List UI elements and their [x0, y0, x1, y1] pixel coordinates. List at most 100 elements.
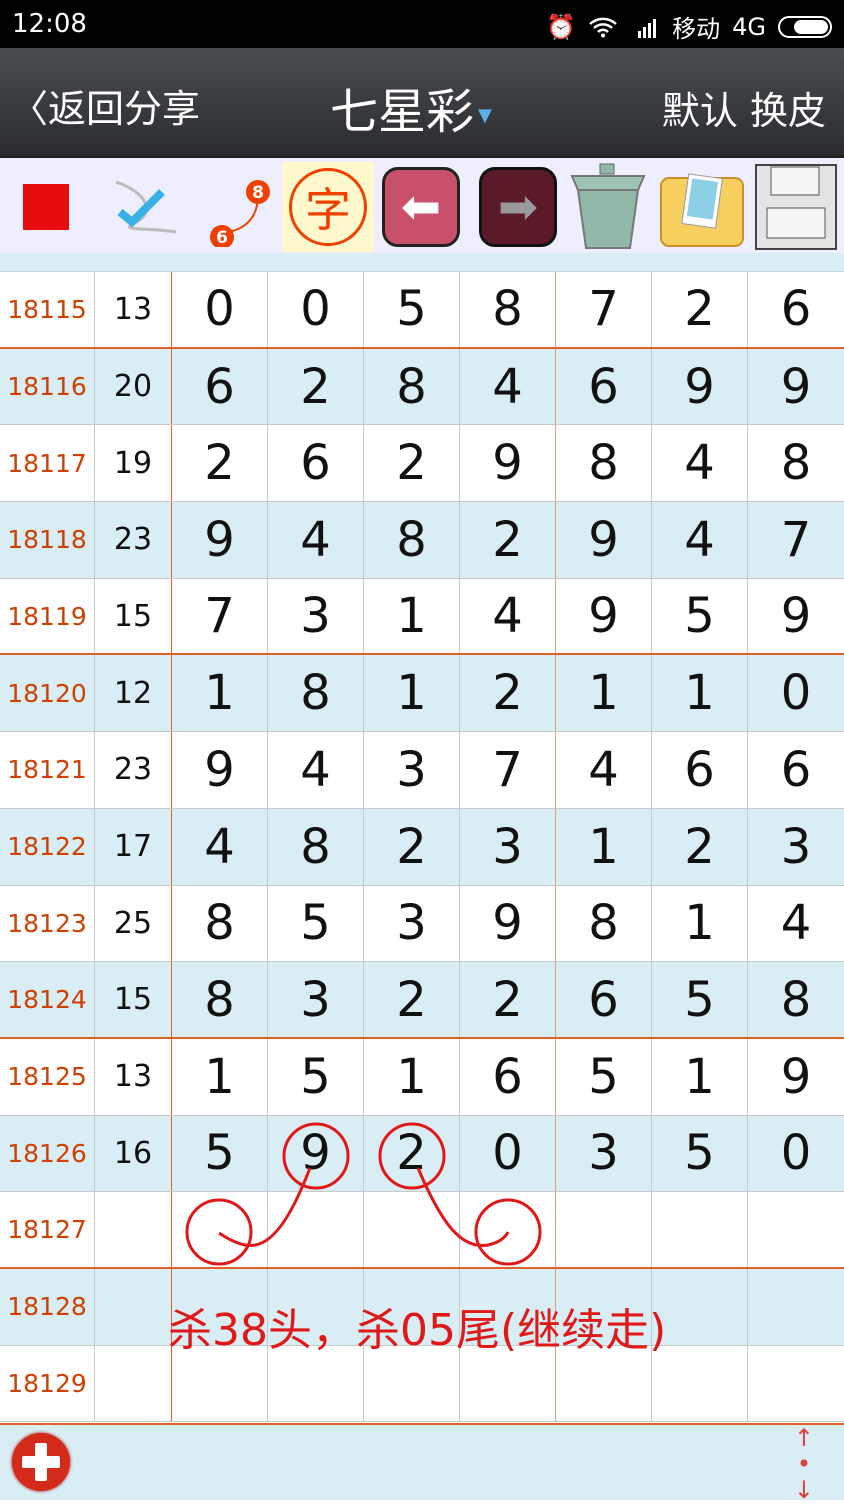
- issue-cell[interactable]: 18123: [0, 885, 95, 962]
- digit-cell[interactable]: 6: [652, 732, 748, 808]
- issue-cell[interactable]: 18119: [0, 578, 95, 654]
- digit-cell[interactable]: 4: [460, 348, 556, 425]
- digit-cell[interactable]: 8: [268, 655, 364, 732]
- digit-cell[interactable]: 9: [172, 732, 268, 808]
- digit-cell[interactable]: 9: [460, 885, 556, 962]
- digit-cell[interactable]: 0: [748, 655, 844, 731]
- digit-cell[interactable]: 6: [172, 348, 268, 425]
- digit-cell[interactable]: [652, 1268, 748, 1345]
- digit-cell[interactable]: 8: [748, 962, 844, 1037]
- issue-cell[interactable]: 18121: [0, 732, 95, 808]
- digit-cell[interactable]: [748, 1346, 844, 1422]
- issue-cell[interactable]: 18125: [0, 1038, 95, 1115]
- digit-cell[interactable]: 2: [268, 348, 364, 425]
- digit-cell[interactable]: 1: [652, 655, 748, 732]
- digit-cell[interactable]: 5: [652, 1115, 748, 1192]
- digit-cell[interactable]: [364, 1192, 460, 1267]
- digit-cell[interactable]: 5: [556, 1038, 652, 1115]
- digit-cell[interactable]: 5: [364, 272, 460, 347]
- skin-button[interactable]: 默认 换皮: [662, 80, 826, 135]
- digit-cell[interactable]: [652, 1345, 748, 1422]
- digit-cell[interactable]: 2: [364, 962, 460, 1037]
- digit-cell[interactable]: 4: [172, 808, 268, 885]
- issue-cell[interactable]: 18117: [0, 425, 95, 502]
- digit-cell[interactable]: [460, 1192, 556, 1267]
- digit-cell[interactable]: 3: [556, 1115, 652, 1192]
- digit-cell[interactable]: 5: [268, 885, 364, 962]
- digit-cell[interactable]: 4: [460, 578, 556, 654]
- digit-cell[interactable]: 6: [748, 272, 844, 347]
- digit-cell[interactable]: 9: [652, 348, 748, 425]
- digit-cell[interactable]: 1: [364, 1038, 460, 1115]
- issue-cell[interactable]: 18116: [0, 348, 95, 425]
- digit-cell[interactable]: [748, 1269, 844, 1345]
- digit-cell[interactable]: 3: [268, 578, 364, 654]
- digit-cell[interactable]: 9: [556, 502, 652, 578]
- redo-button[interactable]: ➡: [472, 162, 564, 252]
- digit-cell[interactable]: 7: [460, 732, 556, 808]
- digit-cell[interactable]: 8: [172, 885, 268, 962]
- digit-cell[interactable]: 6: [748, 732, 844, 808]
- issue-cell[interactable]: 18122: [0, 808, 95, 885]
- digit-cell[interactable]: 2: [364, 425, 460, 502]
- digit-cell[interactable]: 2: [172, 425, 268, 502]
- digit-cell[interactable]: 8: [460, 272, 556, 347]
- digit-cell[interactable]: 7: [556, 272, 652, 347]
- digit-cell[interactable]: 9: [748, 579, 844, 654]
- digit-cell[interactable]: 6: [556, 962, 652, 1037]
- sum-cell[interactable]: 20: [95, 348, 172, 425]
- digit-cell[interactable]: 9: [556, 578, 652, 654]
- issue-cell[interactable]: 18127: [0, 1192, 95, 1267]
- digit-cell[interactable]: 8: [364, 348, 460, 425]
- digit-cell[interactable]: 9: [748, 349, 844, 425]
- issue-cell[interactable]: 18120: [0, 655, 95, 732]
- digit-cell[interactable]: 9: [268, 1115, 364, 1192]
- save-button[interactable]: [750, 162, 842, 252]
- line-tool-button[interactable]: 86: [192, 162, 284, 252]
- digit-cell[interactable]: 1: [364, 655, 460, 732]
- digit-cell[interactable]: 8: [748, 425, 844, 501]
- sum-cell[interactable]: 19: [95, 425, 172, 502]
- sum-cell[interactable]: 13: [95, 1038, 172, 1115]
- digit-cell[interactable]: 1: [172, 655, 268, 732]
- digit-cell[interactable]: 4: [268, 502, 364, 578]
- digit-cell[interactable]: 3: [460, 808, 556, 885]
- digit-cell[interactable]: 2: [652, 808, 748, 885]
- digit-cell[interactable]: 1: [172, 1038, 268, 1115]
- digit-cell[interactable]: 2: [364, 808, 460, 885]
- issue-cell[interactable]: 18129: [0, 1345, 95, 1422]
- digit-cell[interactable]: 7: [748, 502, 844, 578]
- digit-cell[interactable]: 1: [556, 655, 652, 732]
- digit-cell[interactable]: 4: [652, 425, 748, 502]
- scroll-toggle-icon[interactable]: ↑ • ↓: [794, 1425, 814, 1503]
- digit-cell[interactable]: [748, 1192, 844, 1267]
- digit-cell[interactable]: 1: [556, 808, 652, 885]
- digit-cell[interactable]: 9: [460, 425, 556, 502]
- digit-cell[interactable]: 3: [364, 732, 460, 808]
- text-tool-button[interactable]: 字: [282, 162, 374, 252]
- digit-cell[interactable]: [652, 1192, 748, 1267]
- digit-cell[interactable]: 0: [172, 272, 268, 347]
- digit-cell[interactable]: 5: [652, 962, 748, 1037]
- digit-cell[interactable]: 8: [172, 962, 268, 1037]
- digit-cell[interactable]: 4: [652, 502, 748, 578]
- sum-cell[interactable]: 17: [95, 808, 172, 885]
- undo-button[interactable]: ⬅: [375, 162, 467, 252]
- clear-button[interactable]: [562, 162, 654, 252]
- digit-cell[interactable]: 5: [172, 1115, 268, 1192]
- digit-cell[interactable]: 4: [268, 732, 364, 808]
- color-button[interactable]: [0, 162, 92, 252]
- digit-cell[interactable]: 1: [364, 578, 460, 654]
- sum-cell[interactable]: 13: [95, 272, 172, 347]
- digit-cell[interactable]: 0: [460, 1115, 556, 1192]
- digit-cell[interactable]: 8: [268, 808, 364, 885]
- image-button[interactable]: [656, 162, 748, 252]
- issue-cell[interactable]: 18115: [0, 272, 95, 347]
- digit-cell[interactable]: 2: [460, 962, 556, 1037]
- digit-cell[interactable]: 3: [268, 962, 364, 1037]
- digit-cell[interactable]: 9: [748, 1039, 844, 1115]
- issue-cell[interactable]: 18124: [0, 962, 95, 1037]
- digit-cell[interactable]: 5: [652, 578, 748, 654]
- sum-cell[interactable]: 25: [95, 885, 172, 962]
- digit-cell[interactable]: 0: [268, 272, 364, 347]
